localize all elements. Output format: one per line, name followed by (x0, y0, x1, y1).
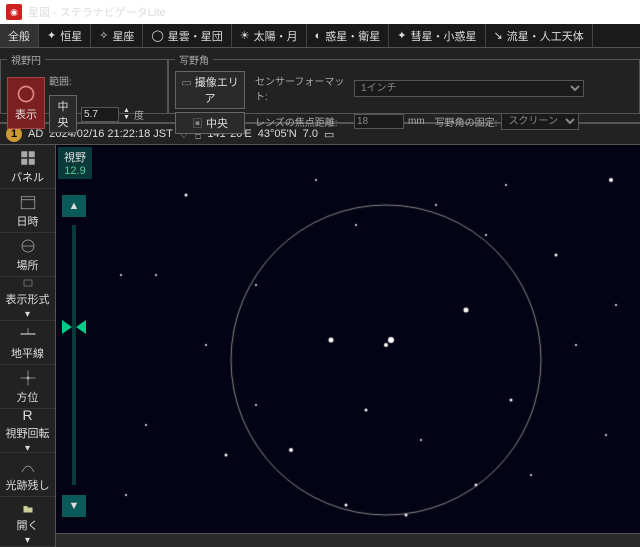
fov-circle-legend: 視野円 (7, 52, 45, 67)
sensor-format-label: センサーフォーマット: (255, 73, 350, 103)
range-label: 範囲: (49, 73, 72, 88)
sidebar: パネル 日時 場所 表示形式 ▾ 地平線 方位 R視野回転 ▾ 光跡残し 開く … (0, 145, 56, 547)
sidebar-item-horizon[interactable]: 地平線 (0, 321, 55, 365)
sidebar-item-direction[interactable]: 方位 (0, 365, 55, 409)
zoom-slider-handle[interactable] (62, 320, 86, 334)
focal-length-input[interactable] (354, 114, 404, 129)
tab-planets[interactable]: ◐ 惑星・衛星 (307, 24, 390, 47)
tab-stars[interactable]: ✦ 恒星 (39, 24, 91, 47)
fix-label: 写野角の固定: (435, 114, 498, 129)
range-spinner[interactable]: ▲▼ (123, 107, 130, 121)
tab-meteor[interactable]: ↘ 流星・人工天体 (486, 24, 593, 47)
group-fov-circle: 視野円 表示 範囲: 中央 ▲▼ 度 (0, 52, 168, 114)
titlebar: ◉ 星図 - ステラナビゲータLite (0, 0, 640, 24)
tab-nebula[interactable]: ◯ 星雲・星団 (143, 24, 231, 47)
focal-length-label: レンズの焦点距離: (255, 114, 350, 129)
sidebar-item-rotate[interactable]: R視野回転 ▾ (0, 409, 55, 453)
app-icon: ◉ (6, 4, 22, 20)
sidebar-item-trail[interactable]: 光跡残し (0, 453, 55, 497)
range-input[interactable] (81, 107, 119, 122)
center-button[interactable]: 中央 (49, 95, 77, 133)
ribbon: 視野円 表示 範囲: 中央 ▲▼ 度 写野角 ▭ 撮像エリア ▣ 中央 (0, 48, 640, 123)
zoom-in-button[interactable]: ▲ (62, 195, 86, 217)
focal-unit: mm (408, 116, 425, 127)
zoom-out-button[interactable]: ▼ (62, 495, 86, 517)
sidebar-item-open[interactable]: 開く ▾ (0, 503, 55, 547)
tab-comets[interactable]: ✦ 彗星・小惑星 (389, 24, 485, 47)
range-unit: 度 (134, 107, 144, 122)
tab-sun-moon[interactable]: ☀ 太陽・月 (232, 24, 307, 47)
fov-angle-legend: 写野角 (175, 52, 213, 67)
center-fov-button[interactable]: ▣ 中央 (175, 112, 245, 134)
tab-constellation[interactable]: ✧ 星座 (91, 24, 143, 47)
window-title: 星図 - ステラナビゲータLite (28, 4, 166, 20)
imaging-area-button[interactable]: ▭ 撮像エリア (175, 71, 245, 109)
tab-bar: 全般 ✦ 恒星 ✧ 星座 ◯ 星雲・星団 ☀ 太陽・月 ◐ 惑星・衛星 ✦ 彗星… (0, 24, 640, 48)
sky-canvas[interactable]: 視野 12.9 ▲ ▼ (56, 145, 640, 547)
sidebar-item-display[interactable]: 表示形式 ▾ (0, 277, 55, 321)
sensor-format-select[interactable]: 1インチ (354, 80, 584, 97)
tab-general[interactable]: 全般 (0, 24, 39, 47)
horizontal-scrollbar[interactable] (56, 533, 640, 547)
sidebar-item-panel[interactable]: パネル (0, 145, 55, 189)
main-area: パネル 日時 場所 表示形式 ▾ 地平線 方位 R視野回転 ▾ 光跡残し 開く … (0, 145, 640, 547)
show-button[interactable]: 表示 (7, 77, 45, 129)
zoom-slider-track[interactable] (72, 225, 76, 485)
group-fov-angle: 写野角 ▭ 撮像エリア ▣ 中央 センサーフォーマット: 1インチ レンズの焦点… (168, 52, 640, 114)
sidebar-item-datetime[interactable]: 日時 (0, 189, 55, 233)
fix-select[interactable]: スクリーン (501, 113, 579, 130)
sidebar-item-location[interactable]: 場所 (0, 233, 55, 277)
fov-indicator: 視野 12.9 (58, 147, 92, 179)
